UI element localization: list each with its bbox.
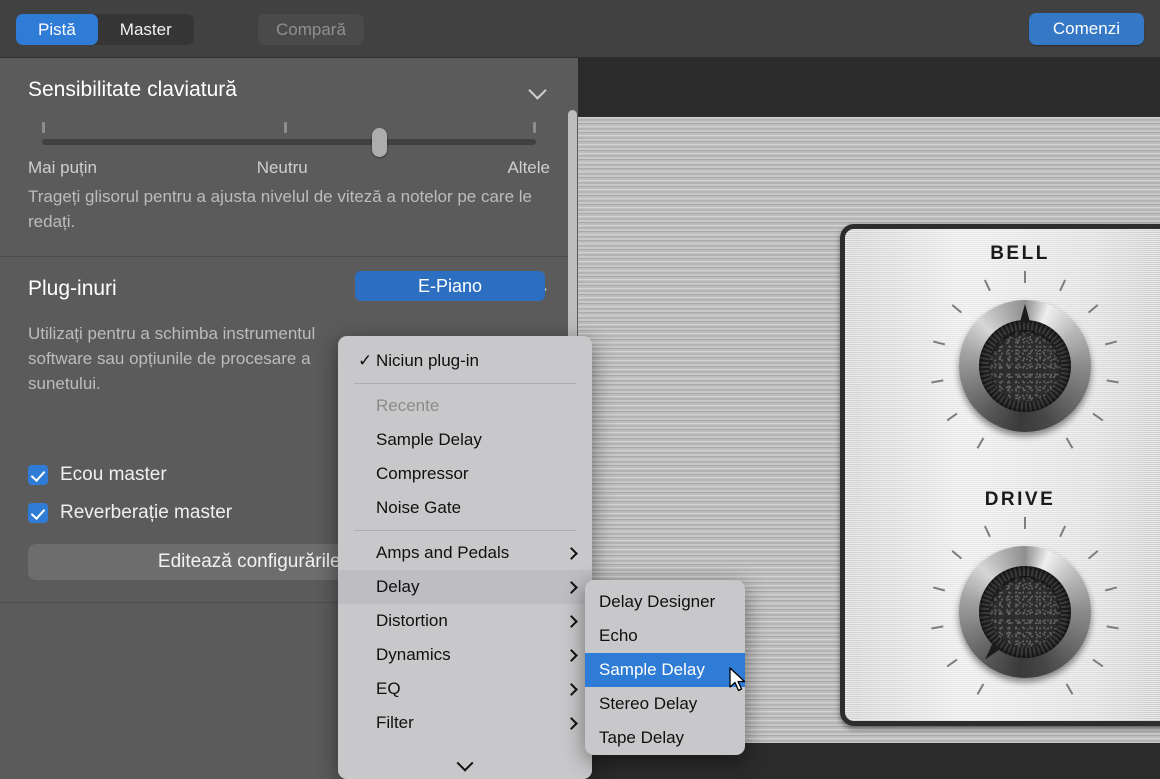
menu-header-label: Recente [376, 396, 439, 416]
menu-item-label: Delay [376, 577, 419, 597]
submenu-item-sample-delay[interactable]: Sample Delay [585, 653, 745, 687]
slider-track[interactable] [42, 139, 536, 145]
knob-bell[interactable] [930, 271, 1120, 461]
submenu-item-label: Stereo Delay [599, 694, 697, 714]
section-header-keyboard-sensitivity[interactable]: Sensibilitate claviatură [28, 58, 550, 106]
menu-item-dynamics[interactable]: Dynamics [338, 638, 592, 672]
slider-thumb[interactable] [372, 128, 387, 157]
checkbox-label: Reverberație master [60, 502, 232, 524]
menu-item-label: Sample Delay [376, 430, 482, 450]
slider-label-left: Mai puțin [28, 158, 97, 178]
knob-bell-dial[interactable] [959, 300, 1091, 432]
knob-bell-cap [989, 330, 1061, 402]
mouse-cursor-icon [729, 667, 747, 693]
menu-item-label: Noise Gate [376, 498, 461, 518]
chevron-right-icon [565, 683, 578, 696]
submenu-item-echo[interactable]: Echo [585, 619, 745, 653]
knob-label-drive: DRIVE [845, 489, 1160, 511]
submenu-item-label: Sample Delay [599, 660, 705, 680]
menu-item-no-plugin[interactable]: ✓ Niciun plug-in [338, 344, 592, 378]
menu-item-label: Filter [376, 713, 414, 733]
plugin-selection-menu[interactable]: ✓ Niciun plug-in Recente Sample Delay Co… [338, 336, 592, 779]
submenu-item-label: Echo [599, 626, 638, 646]
knob-label-bell: BELL [845, 243, 1160, 265]
knob-drive[interactable] [930, 517, 1120, 707]
submenu-item-label: Tape Delay [599, 728, 684, 748]
menu-separator [354, 383, 576, 384]
menu-item-label: Distortion [376, 611, 448, 631]
checkbox-label: Ecou master [60, 464, 167, 486]
plugin-slot-button-e-piano[interactable]: E-Piano [355, 271, 545, 301]
chevron-right-icon [565, 717, 578, 730]
track-master-segmented-control[interactable]: Pistă Master [16, 14, 194, 45]
menu-scroll-down-icon[interactable] [338, 753, 592, 779]
submenu-item-label: Delay Designer [599, 592, 715, 612]
top-toolbar: Pistă Master Compară Comenzi [0, 0, 1160, 58]
slider-label-right: Altele [507, 158, 550, 178]
chevron-right-icon [565, 615, 578, 628]
section-title: Plug-inuri [28, 277, 117, 301]
slider-labels: Mai puțin Neutru Altele [28, 158, 550, 178]
menu-item-filter[interactable]: Filter [338, 706, 592, 740]
knob-drive-dial[interactable] [959, 546, 1091, 678]
chevron-down-icon[interactable] [528, 79, 550, 101]
submenu-item-delay-designer[interactable]: Delay Designer [585, 585, 745, 619]
menu-item-amps-and-pedals[interactable]: Amps and Pedals [338, 536, 592, 570]
menu-item-label: Niciun plug-in [376, 351, 479, 371]
sensitivity-description: Trageți glisorul pentru a ajusta nivelul… [28, 184, 550, 256]
menu-item-label: Dynamics [376, 645, 451, 665]
delay-submenu[interactable]: Delay Designer Echo Sample Delay Stereo … [585, 580, 745, 755]
menu-item-label: Compressor [376, 464, 469, 484]
tab-track[interactable]: Pistă [16, 14, 98, 45]
menu-item-distortion[interactable]: Distortion [338, 604, 592, 638]
chevron-right-icon [565, 649, 578, 662]
menu-item-label: Amps and Pedals [376, 543, 509, 563]
checkmark-icon: ✓ [358, 351, 372, 371]
instrument-panel: BELL [840, 224, 1160, 726]
menu-section-header-recent: Recente [338, 389, 592, 423]
app-window: Pistă Master Compară Comenzi BELL [0, 0, 1160, 779]
checkbox-master-echo[interactable] [28, 465, 48, 485]
knob-drive-cap [989, 576, 1061, 648]
checkbox-master-reverb[interactable] [28, 503, 48, 523]
sensitivity-slider[interactable]: Mai puțin Neutru Altele [28, 122, 550, 184]
menu-item-compressor-recent[interactable]: Compressor [338, 457, 592, 491]
menu-item-sample-delay-recent[interactable]: Sample Delay [338, 423, 592, 457]
compare-button[interactable]: Compară [258, 14, 364, 45]
chevron-right-icon [565, 547, 578, 560]
menu-item-eq[interactable]: EQ [338, 672, 592, 706]
section-title: Sensibilitate claviatură [28, 78, 237, 102]
submenu-item-tape-delay[interactable]: Tape Delay [585, 721, 745, 755]
chevron-right-icon [565, 581, 578, 594]
menu-item-noise-gate-recent[interactable]: Noise Gate [338, 491, 592, 525]
menu-item-label: EQ [376, 679, 401, 699]
menu-separator [354, 530, 576, 531]
slider-label-center: Neutru [257, 158, 308, 178]
slider-tick-marks [42, 122, 536, 134]
tab-master[interactable]: Master [98, 14, 194, 45]
submenu-item-stereo-delay[interactable]: Stereo Delay [585, 687, 745, 721]
plugins-description: Utilizați pentru a schimba instrumentul … [28, 305, 348, 396]
controls-button[interactable]: Comenzi [1029, 13, 1144, 45]
section-keyboard-sensitivity: Sensibilitate claviatură Mai puțin Neutr… [0, 58, 578, 256]
menu-item-delay[interactable]: Delay [338, 570, 592, 604]
